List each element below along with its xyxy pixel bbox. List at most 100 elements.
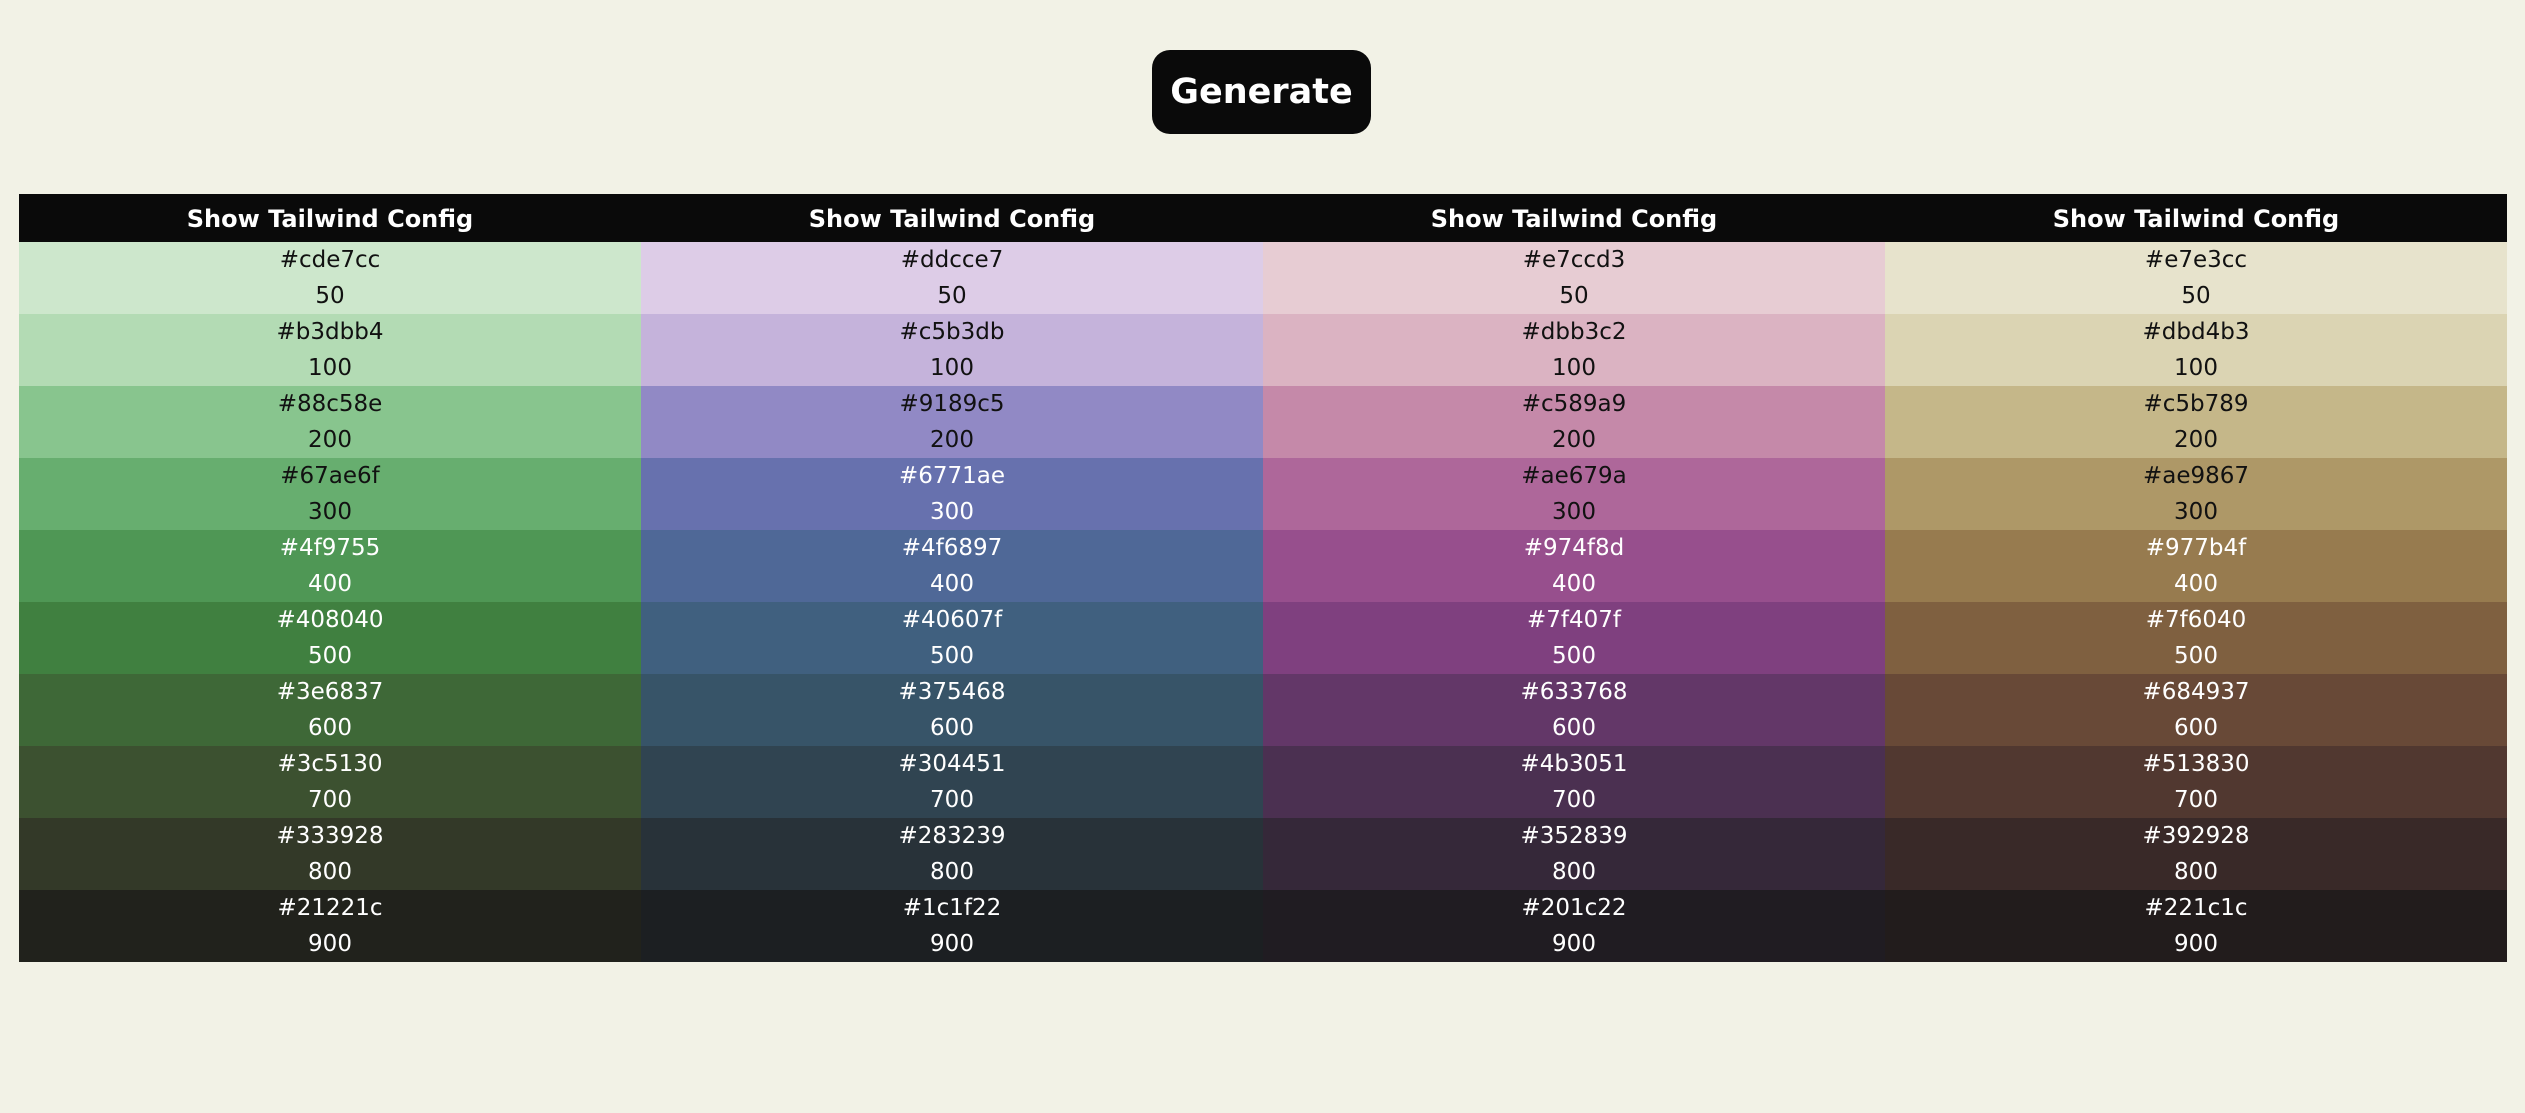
generate-bar: Generate [0,50,2525,134]
color-swatch[interactable]: #3c5130 700 [19,746,641,818]
swatch-shade-label: 400 [2174,571,2218,597]
color-swatch[interactable]: #974f8d 400 [1263,530,1885,602]
show-tailwind-config-button[interactable]: Show Tailwind Config [1263,194,1885,242]
color-swatch[interactable]: #40607f 500 [641,602,1263,674]
color-swatch[interactable]: #ddcce7 50 [641,242,1263,314]
swatch-shade-label: 200 [930,427,974,453]
swatch-shade-label: 700 [1552,787,1596,813]
palette-column: Show Tailwind Config #e7e3cc 50 #dbd4b3 100 #… [1885,194,2507,962]
swatch-shade-label: 800 [1552,859,1596,885]
swatch-shade-label: 900 [930,931,974,957]
color-swatch[interactable]: #221c1c 900 [1885,890,2507,962]
swatch-shade-label: 50 [315,283,345,309]
swatch-hex-label: #1c1f22 [902,895,1002,921]
swatch-shade-label: 200 [2174,427,2218,453]
swatch-hex-label: #3e6837 [276,679,384,705]
color-swatch[interactable]: #375468 600 [641,674,1263,746]
color-swatch[interactable]: #408040 500 [19,602,641,674]
swatch-shade-label: 900 [1552,931,1596,957]
swatch-hex-label: #4b3051 [1520,751,1628,777]
color-swatch[interactable]: #633768 600 [1263,674,1885,746]
color-swatch[interactable]: #392928 800 [1885,818,2507,890]
color-swatch[interactable]: #ae9867 300 [1885,458,2507,530]
swatch-hex-label: #21221c [277,895,383,921]
swatch-shade-label: 600 [930,715,974,741]
color-swatch[interactable]: #3e6837 600 [19,674,641,746]
swatch-hex-label: #cde7cc [279,247,381,273]
swatch-shade-label: 300 [308,499,352,525]
palette-column: Show Tailwind Config #e7ccd3 50 #dbb3c2 100 #… [1263,194,1885,962]
swatch-hex-label: #c5b3db [899,319,1005,345]
swatch-hex-label: #67ae6f [280,463,380,489]
show-tailwind-config-button[interactable]: Show Tailwind Config [19,194,641,242]
swatch-hex-label: #392928 [2142,823,2250,849]
swatch-shade-label: 400 [930,571,974,597]
color-swatch[interactable]: #4b3051 700 [1263,746,1885,818]
color-swatch[interactable]: #304451 700 [641,746,1263,818]
swatch-shade-label: 300 [1552,499,1596,525]
color-swatch[interactable]: #ae679a 300 [1263,458,1885,530]
swatch-shade-label: 700 [2174,787,2218,813]
swatch-hex-label: #7f6040 [2145,607,2247,633]
swatch-hex-label: #304451 [898,751,1006,777]
color-swatch[interactable]: #e7ccd3 50 [1263,242,1885,314]
color-swatch[interactable]: #7f6040 500 [1885,602,2507,674]
swatch-shade-label: 500 [308,643,352,669]
swatch-shade-label: 800 [308,859,352,885]
swatch-shade-label: 100 [308,355,352,381]
palette-grid: Show Tailwind Config #cde7cc 50 #b3dbb4 100 #… [19,194,2507,962]
swatch-shade-label: 500 [930,643,974,669]
color-swatch[interactable]: #e7e3cc 50 [1885,242,2507,314]
color-swatch[interactable]: #88c58e 200 [19,386,641,458]
color-swatch[interactable]: #4f9755 400 [19,530,641,602]
color-swatch[interactable]: #c5b789 200 [1885,386,2507,458]
swatch-hex-label: #375468 [898,679,1006,705]
color-swatch[interactable]: #b3dbb4 100 [19,314,641,386]
color-swatch[interactable]: #333928 800 [19,818,641,890]
swatch-shade-label: 500 [1552,643,1596,669]
color-swatch[interactable]: #9189c5 200 [641,386,1263,458]
color-swatch[interactable]: #201c22 900 [1263,890,1885,962]
color-swatch[interactable]: #21221c 900 [19,890,641,962]
palette-column: Show Tailwind Config #ddcce7 50 #c5b3db 100 #… [641,194,1263,962]
show-tailwind-config-button[interactable]: Show Tailwind Config [1885,194,2507,242]
color-swatch[interactable]: #6771ae 300 [641,458,1263,530]
swatch-hex-label: #9189c5 [899,391,1005,417]
color-swatch[interactable]: #7f407f 500 [1263,602,1885,674]
swatch-hex-label: #408040 [276,607,384,633]
color-swatch[interactable]: #1c1f22 900 [641,890,1263,962]
color-swatch[interactable]: #dbb3c2 100 [1263,314,1885,386]
color-swatch[interactable]: #352839 800 [1263,818,1885,890]
swatch-shade-label: 300 [2174,499,2218,525]
swatch-hex-label: #c5b789 [2143,391,2249,417]
swatch-hex-label: #ddcce7 [900,247,1004,273]
color-swatch[interactable]: #dbd4b3 100 [1885,314,2507,386]
swatch-shade-label: 50 [1559,283,1589,309]
color-swatch[interactable]: #4f6897 400 [641,530,1263,602]
swatch-hex-label: #e7ccd3 [1522,247,1626,273]
show-tailwind-config-button[interactable]: Show Tailwind Config [641,194,1263,242]
swatch-hex-label: #513830 [2142,751,2250,777]
color-swatch[interactable]: #283239 800 [641,818,1263,890]
color-swatch[interactable]: #67ae6f 300 [19,458,641,530]
color-swatch[interactable]: #684937 600 [1885,674,2507,746]
swatch-hex-label: #684937 [2142,679,2250,705]
swatch-hex-label: #ae679a [1521,463,1627,489]
swatch-hex-label: #88c58e [277,391,383,417]
swatch-shade-label: 50 [937,283,967,309]
swatch-shade-label: 100 [2174,355,2218,381]
swatch-shade-label: 900 [308,931,352,957]
generate-button[interactable]: Generate [1152,50,1371,134]
swatch-hex-label: #974f8d [1523,535,1625,561]
swatch-shade-label: 200 [308,427,352,453]
swatch-hex-label: #b3dbb4 [276,319,384,345]
color-swatch[interactable]: #cde7cc 50 [19,242,641,314]
swatch-hex-label: #221c1c [2144,895,2248,921]
color-swatch[interactable]: #513830 700 [1885,746,2507,818]
color-swatch[interactable]: #c589a9 200 [1263,386,1885,458]
swatch-hex-label: #dbd4b3 [2142,319,2250,345]
swatch-shade-label: 700 [930,787,974,813]
swatch-hex-label: #e7e3cc [2144,247,2248,273]
color-swatch[interactable]: #c5b3db 100 [641,314,1263,386]
color-swatch[interactable]: #977b4f 400 [1885,530,2507,602]
